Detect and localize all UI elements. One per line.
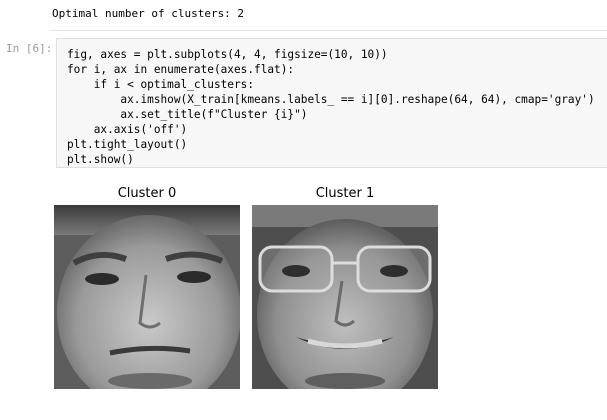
code-line: plt.tight_layout() bbox=[67, 138, 188, 151]
subplot-title: Cluster 1 bbox=[315, 186, 375, 201]
code-line: if i < optimal_clusters: bbox=[67, 78, 255, 91]
code-line: for i, ax in enumerate(axes.flat): bbox=[67, 63, 295, 76]
cell-prompt: In [6]: bbox=[6, 42, 53, 55]
previous-cell-output: Optimal number of clusters: 2 bbox=[50, 0, 607, 31]
code-line: fig, axes = plt.subplots(4, 4, figsize=(… bbox=[67, 48, 388, 61]
code-cell-editor[interactable]: fig, axes = plt.subplots(4, 4, figsize=(… bbox=[56, 38, 607, 168]
code-text[interactable]: fig, axes = plt.subplots(4, 4, figsize=(… bbox=[67, 47, 595, 167]
cell-output-figure: Cluster 0 Cluster 1 bbox=[0, 180, 607, 420]
subplot-title: Cluster 0 bbox=[117, 186, 177, 201]
code-line: plt.show() bbox=[67, 153, 134, 166]
grayscale-face-image bbox=[54, 205, 240, 389]
code-line: ax.axis('off') bbox=[67, 123, 188, 136]
output-text: Optimal number of clusters: 2 bbox=[52, 7, 245, 20]
code-line: ax.set_title(f"Cluster {i}") bbox=[67, 108, 308, 121]
code-line: ax.imshow(X_train[kmeans.labels_ == i][0… bbox=[67, 93, 595, 106]
grayscale-face-with-glasses-image bbox=[252, 205, 438, 389]
